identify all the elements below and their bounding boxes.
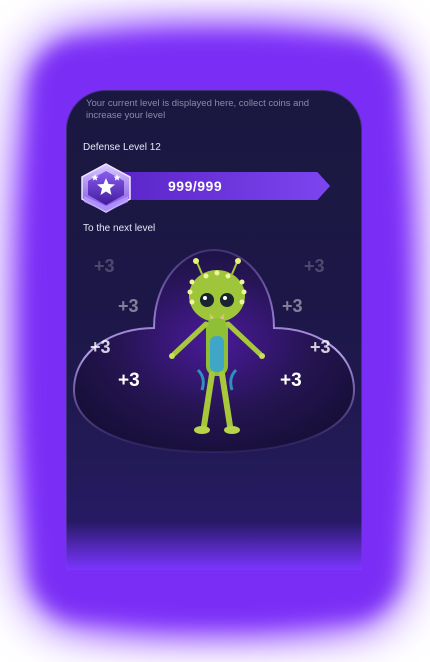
- level-title: Defense Level 12: [83, 142, 161, 153]
- alien-character-icon: [169, 258, 265, 434]
- bonus-label: +3: [90, 337, 111, 357]
- level-progress-bar: 999/999: [118, 172, 330, 200]
- level-progress-fill: [118, 172, 330, 200]
- level-badge-icon: [81, 163, 131, 213]
- bonus-label: +3: [94, 256, 115, 276]
- phone-bottom-glow: [66, 522, 362, 570]
- character-arena: +3 +3 +3 +3 +3 +3 +3 +3: [66, 240, 362, 460]
- bonus-label: +3: [282, 296, 303, 316]
- bonus-label: +3: [310, 337, 331, 357]
- level-progress-text: 999/999: [168, 178, 223, 194]
- phone-screen: Your current level is displayed here, co…: [66, 90, 362, 570]
- next-level-label: To the next level: [83, 223, 156, 234]
- bonus-label: +3: [118, 370, 140, 391]
- bonus-label: +3: [280, 370, 302, 391]
- bonus-label: +3: [118, 296, 139, 316]
- bonus-label: +3: [304, 256, 325, 276]
- intro-text: Your current level is displayed here, co…: [86, 98, 310, 121]
